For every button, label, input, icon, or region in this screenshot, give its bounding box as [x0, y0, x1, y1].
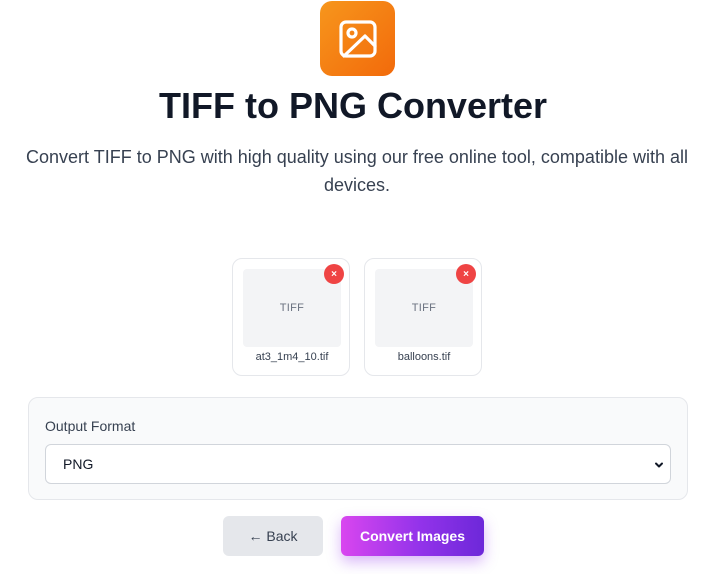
app-logo: [320, 1, 395, 76]
image-icon: [338, 19, 377, 58]
file-card: TIFF at3_1m4_10.tif ×: [232, 258, 350, 376]
output-format-panel: Output Format PNG: [28, 397, 688, 500]
output-format-select[interactable]: PNG: [45, 444, 671, 484]
convert-images-button[interactable]: Convert Images: [341, 516, 484, 556]
remove-file-button[interactable]: ×: [456, 264, 476, 284]
page-subtitle: Convert TIFF to PNG with high quality us…: [26, 147, 688, 195]
chevron-down-icon: [655, 462, 663, 468]
back-button[interactable]: ← Back: [223, 516, 323, 556]
remove-file-button[interactable]: ×: [324, 264, 344, 284]
file-name: balloons.tif: [397, 351, 451, 363]
output-format-label: Output Format: [45, 418, 136, 434]
file-card: TIFF balloons.tif ×: [364, 258, 482, 376]
output-format-value: PNG: [63, 456, 94, 472]
file-name: at3_1m4_10.tif: [255, 351, 329, 363]
page-title: TIFF to PNG Converter: [158, 85, 548, 126]
converter-page: TIFF to PNG Converter Convert TIFF to PN…: [0, 0, 706, 574]
